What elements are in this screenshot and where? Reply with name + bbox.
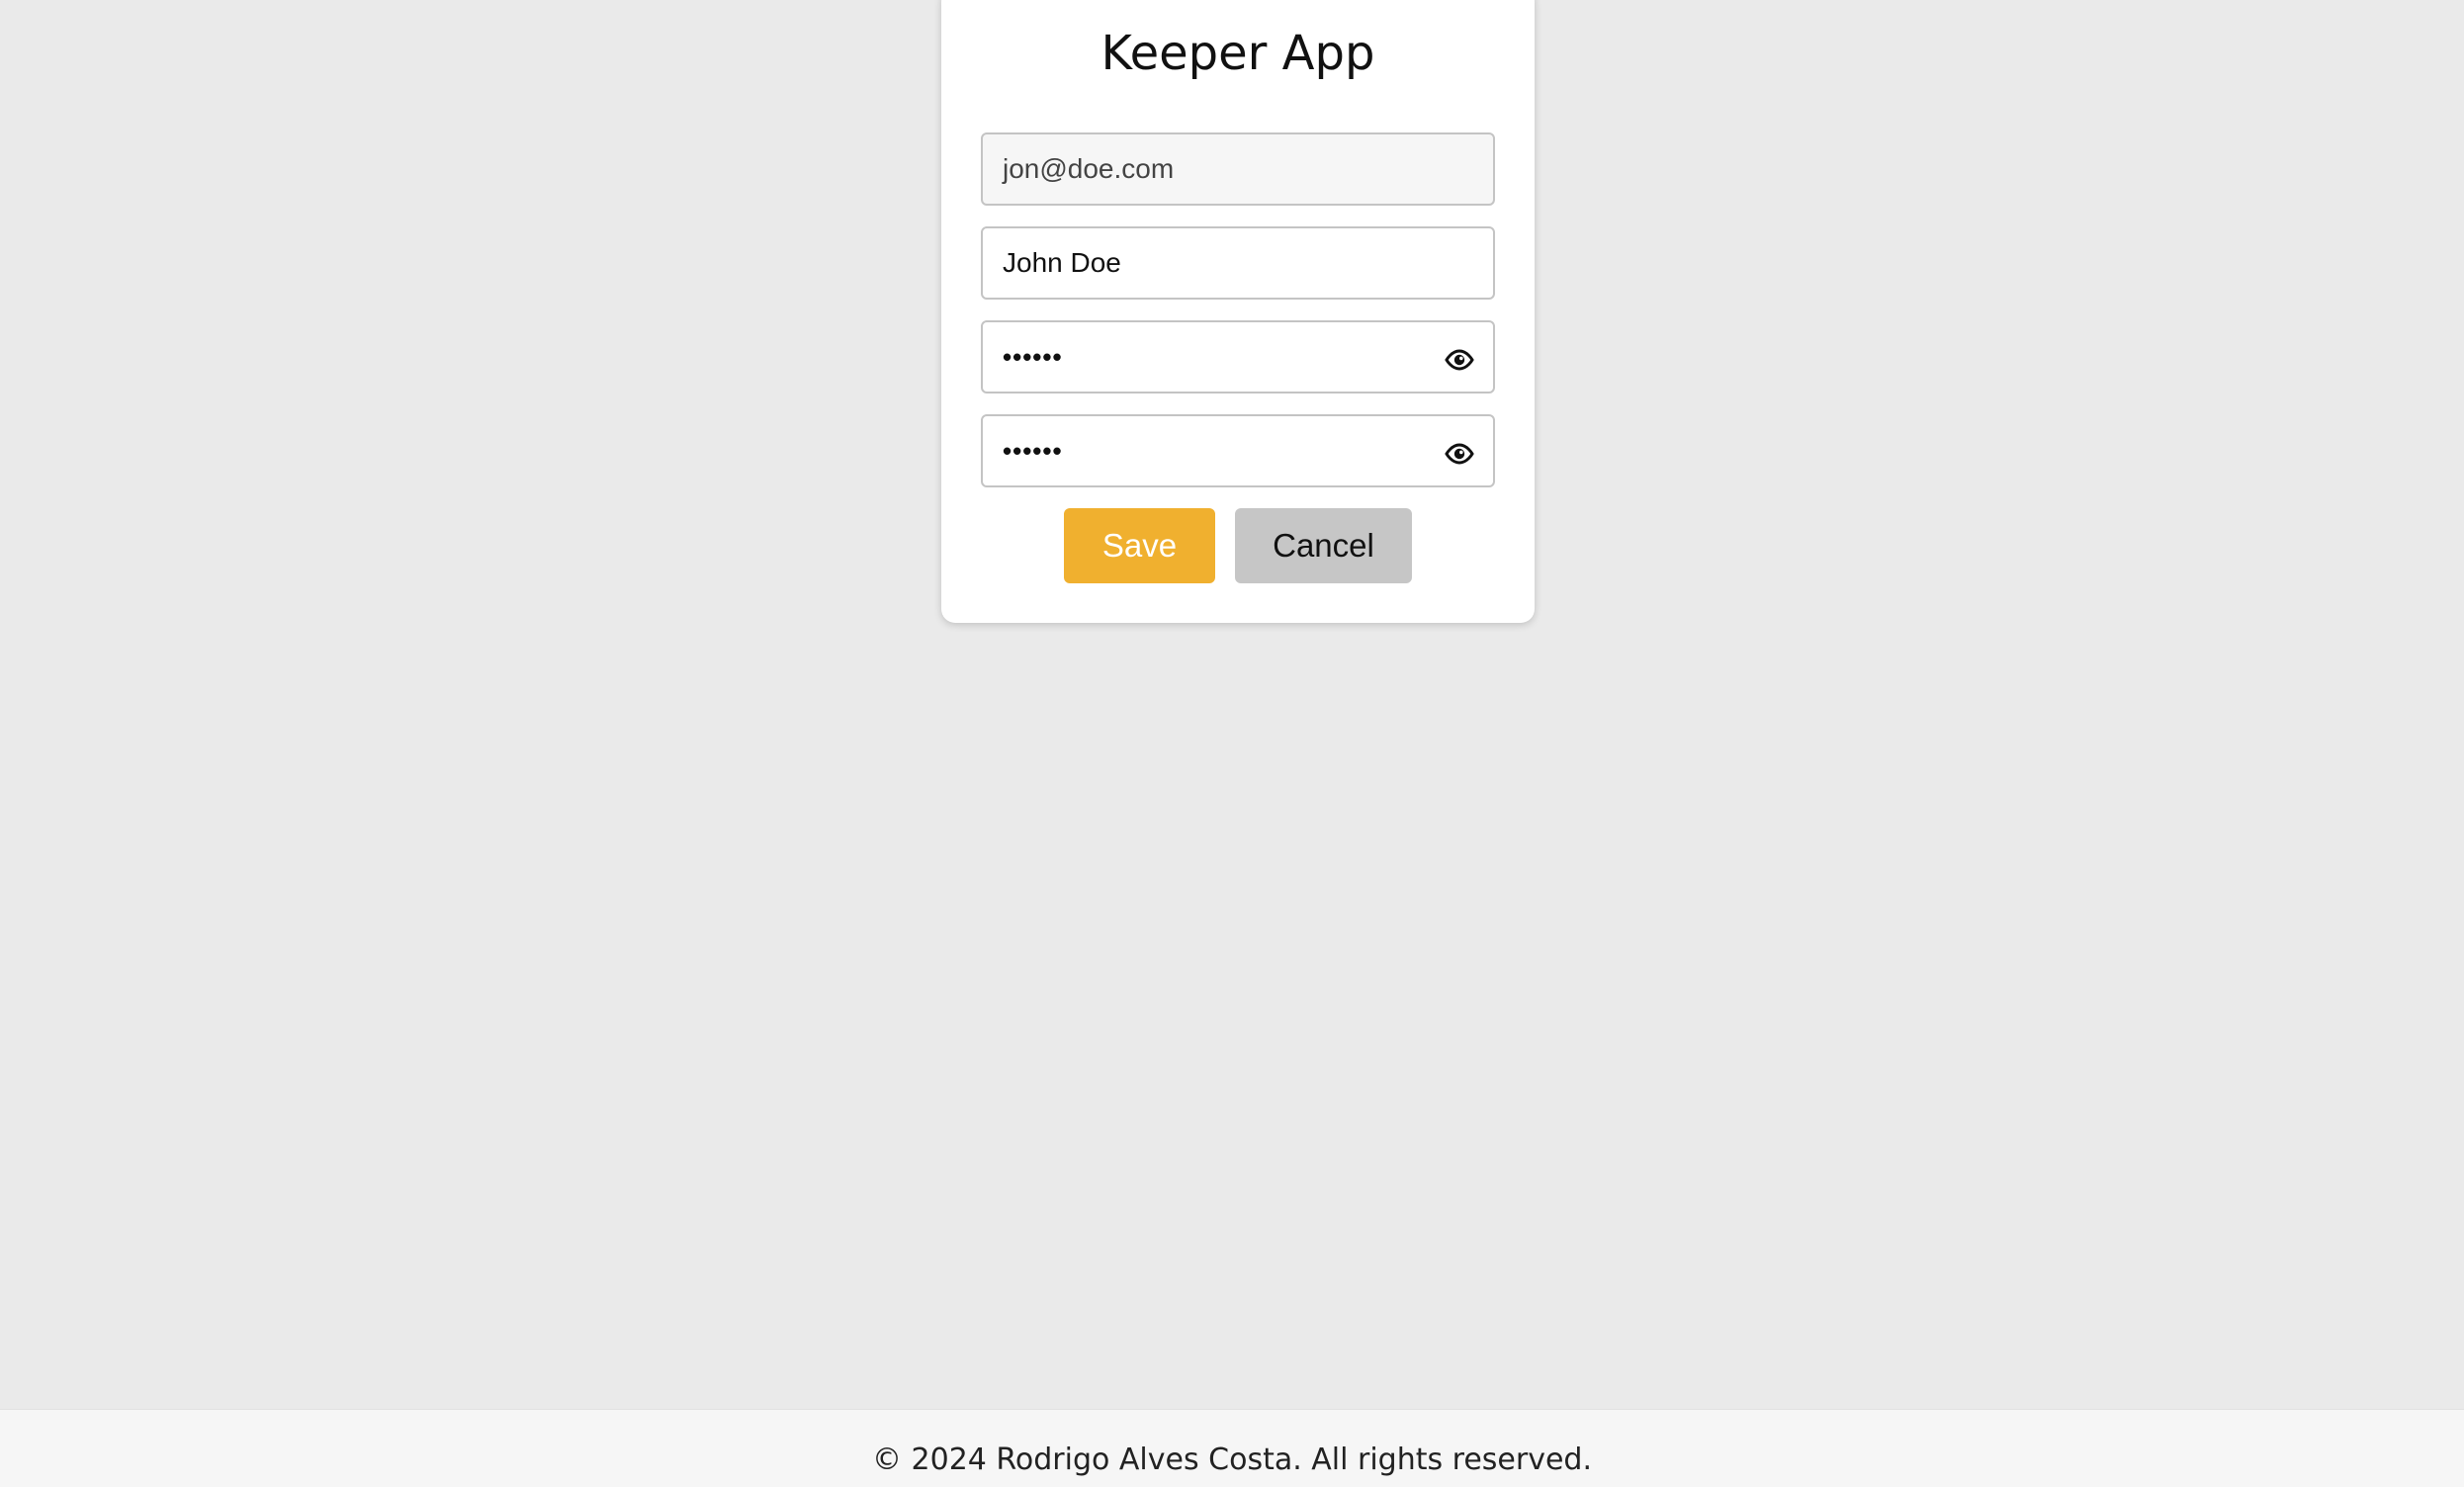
edit-profile-card: Keeper App jon@doe.com John Doe •••••• •… bbox=[941, 0, 1535, 623]
name-value: John Doe bbox=[1003, 247, 1121, 278]
eye-icon[interactable] bbox=[1444, 348, 1475, 372]
eye-icon[interactable] bbox=[1444, 442, 1475, 466]
email-field[interactable]: jon@doe.com bbox=[981, 132, 1495, 206]
page: Keeper App jon@doe.com John Doe •••••• •… bbox=[0, 0, 2464, 1487]
cancel-button[interactable]: Cancel bbox=[1235, 508, 1412, 583]
name-field[interactable]: John Doe bbox=[981, 226, 1495, 300]
confirm-password-value: •••••• bbox=[1003, 436, 1063, 466]
copyright-text: © 2024 Rodrigo Alves Costa. All rights r… bbox=[871, 1443, 1593, 1477]
save-button[interactable]: Save bbox=[1064, 508, 1215, 583]
confirm-password-field[interactable]: •••••• bbox=[981, 414, 1495, 487]
password-value: •••••• bbox=[1003, 342, 1063, 372]
app-title: Keeper App bbox=[1100, 26, 1375, 81]
footer: © 2024 Rodrigo Alves Costa. All rights r… bbox=[0, 1409, 2464, 1487]
password-field[interactable]: •••••• bbox=[981, 320, 1495, 394]
email-value: jon@doe.com bbox=[1003, 153, 1175, 184]
